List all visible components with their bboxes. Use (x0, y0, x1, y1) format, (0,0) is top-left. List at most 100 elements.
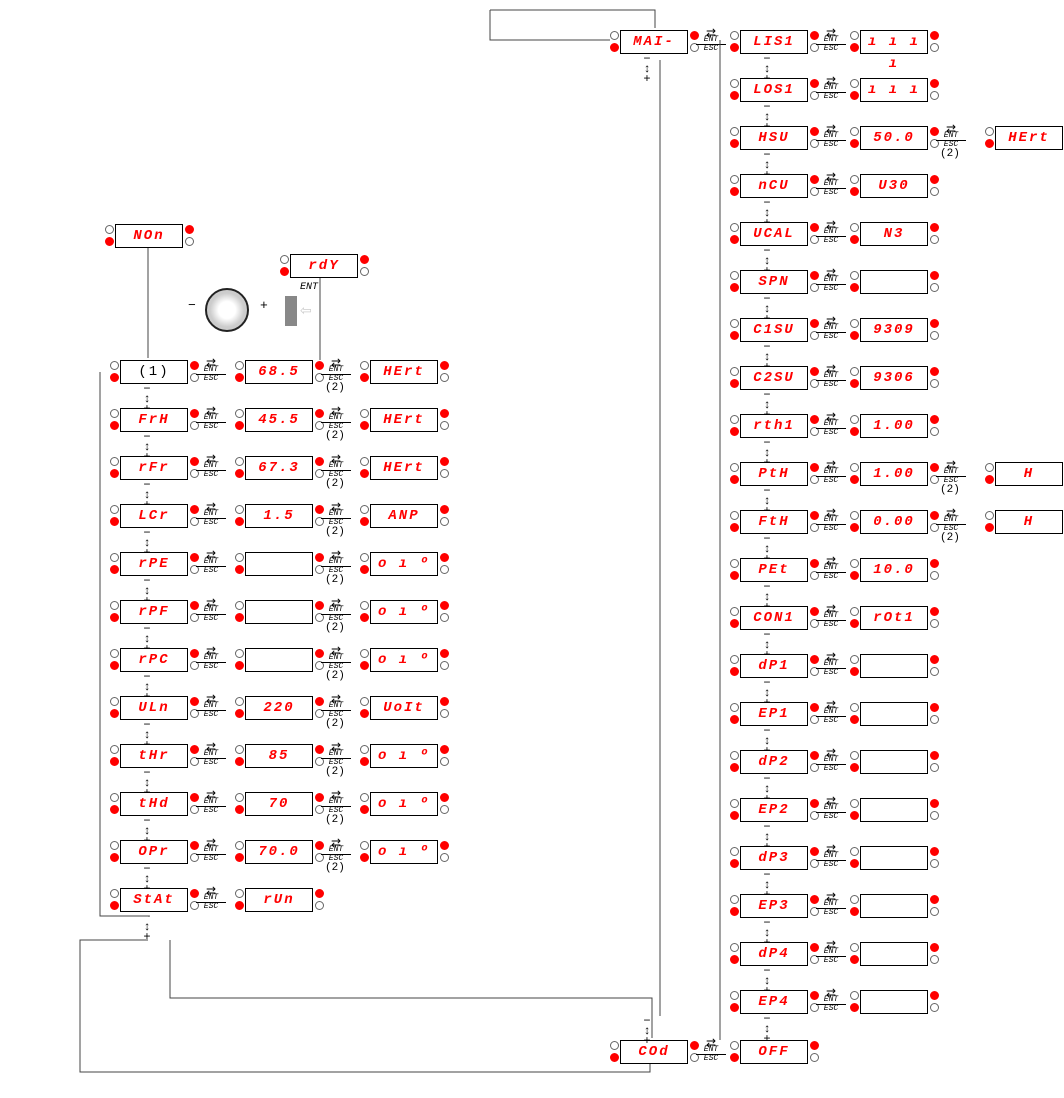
ent-label: ENT (196, 798, 226, 806)
led-on (360, 373, 369, 382)
nav-arrows: ENTESC (321, 362, 351, 383)
note-2: (2) (325, 670, 345, 682)
ent-label: ENT (816, 372, 846, 380)
ent-label: ENT (816, 708, 846, 716)
led-on (360, 757, 369, 766)
display-note1: (1) (120, 360, 188, 384)
display-r-C2SU: C2SU (740, 366, 808, 390)
led-on (235, 421, 244, 430)
led-off (930, 955, 939, 964)
display-r-dP4: dP4 (740, 942, 808, 966)
led-off (185, 237, 194, 246)
display-unit-1: HErt (370, 408, 438, 432)
nav-arrows: ENTESC (196, 554, 226, 575)
esc-label: ESC (816, 524, 846, 533)
esc-label: ESC (196, 422, 226, 431)
led-off (235, 697, 244, 706)
nav-arrows: ENTESC (936, 512, 966, 533)
ent-label: ENT (816, 516, 846, 524)
led-on (930, 175, 939, 184)
led-off (730, 175, 739, 184)
led-on (110, 757, 119, 766)
led-off (610, 31, 619, 40)
led-off (730, 943, 739, 952)
ent-label: ENT (816, 468, 846, 476)
led-off (360, 553, 369, 562)
display-off: OFF (740, 1040, 808, 1064)
esc-label: ESC (196, 902, 226, 911)
display-val-10: 70.0 (245, 840, 313, 864)
note-2: (2) (940, 484, 960, 496)
ent-label: ENT (196, 558, 226, 566)
display-unit-8: o ı º (370, 744, 438, 768)
display-r-EP1: EP1 (740, 702, 808, 726)
ent-label: ENT (816, 756, 846, 764)
led-off (730, 319, 739, 328)
arrow-left-icon: ⇦ (300, 303, 312, 320)
display-lis1-val: ı ı ı ı (860, 30, 928, 54)
ent-label: ENT (816, 852, 846, 860)
nav-arrows: ENTESC (196, 602, 226, 623)
led-off (235, 793, 244, 802)
nav-arrows: ENTESC (196, 362, 226, 383)
display-rval-17 (860, 894, 928, 918)
led-off (360, 841, 369, 850)
ent-label: ENT (321, 462, 351, 470)
display-r-SPN: SPN (740, 270, 808, 294)
jog-dial-icon[interactable] (205, 288, 249, 332)
ent-label: ENT (196, 462, 226, 470)
ent-label: ENT (321, 606, 351, 614)
led-on (850, 955, 859, 964)
led-off (360, 409, 369, 418)
esc-label: ESC (196, 662, 226, 671)
led-on (440, 457, 449, 466)
display-rPE: rPE (120, 552, 188, 576)
led-on (850, 331, 859, 340)
led-off (235, 649, 244, 658)
led-on (110, 373, 119, 382)
led-off (235, 841, 244, 850)
led-off (730, 703, 739, 712)
led-off (730, 223, 739, 232)
note-2: (2) (325, 814, 345, 826)
note-2: (2) (325, 718, 345, 730)
led-off (850, 175, 859, 184)
ent-label: ENT (696, 1046, 726, 1054)
led-off (360, 649, 369, 658)
led-off (730, 79, 739, 88)
display-unit-4: o ı º (370, 552, 438, 576)
led-off (610, 1041, 619, 1050)
led-off (440, 661, 449, 670)
ent-label: ENT (816, 420, 846, 428)
led-off (985, 463, 994, 472)
display-rval-5: 9309 (860, 318, 928, 342)
led-on (360, 565, 369, 574)
led-off (850, 415, 859, 424)
led-on (930, 943, 939, 952)
display-rval-8: 1.00 (860, 462, 928, 486)
led-off (110, 361, 119, 370)
display-r-dP1: dP1 (740, 654, 808, 678)
ent-label: ENT (816, 276, 846, 284)
led-off (730, 559, 739, 568)
display-rval-16 (860, 846, 928, 870)
ent-label: ENT (196, 846, 226, 854)
led-on (850, 811, 859, 820)
led-on (360, 853, 369, 862)
display-StAt: StAt (120, 888, 188, 912)
led-on (930, 847, 939, 856)
led-on (110, 901, 119, 910)
display-rval-15 (860, 798, 928, 822)
ent-button[interactable] (285, 296, 297, 326)
led-on (985, 523, 994, 532)
ent-label: ENT (321, 654, 351, 662)
led-off (930, 715, 939, 724)
led-off (985, 511, 994, 520)
esc-label: ESC (816, 284, 846, 293)
led-off (930, 235, 939, 244)
display-r-LOS1: LOS1 (740, 78, 808, 102)
display-val-7: 220 (245, 696, 313, 720)
led-off (850, 607, 859, 616)
led-on (110, 565, 119, 574)
display-r-PEt: PEt (740, 558, 808, 582)
